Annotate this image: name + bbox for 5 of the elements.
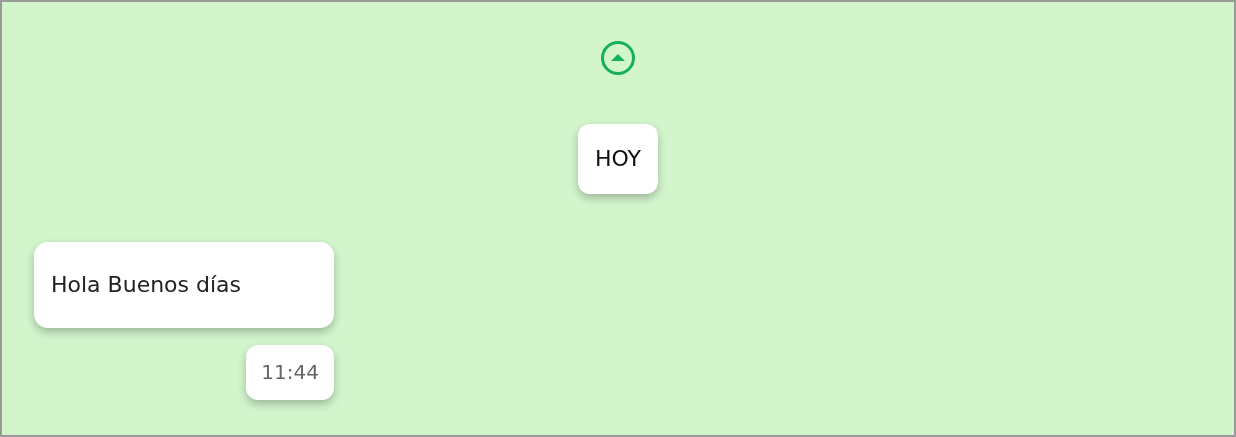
message-time: 11:44 — [246, 345, 334, 400]
scroll-up-button[interactable] — [600, 40, 636, 76]
date-separator: HOY — [577, 124, 659, 194]
caret-up-icon — [600, 40, 636, 76]
message-bubble: Hola Buenos días — [34, 242, 334, 328]
